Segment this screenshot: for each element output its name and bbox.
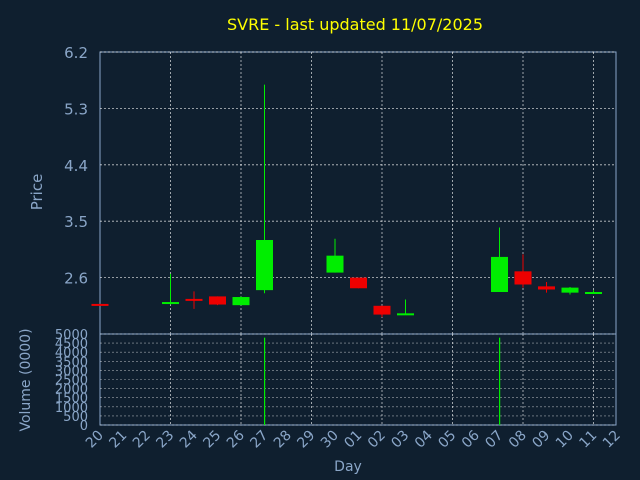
candle-body bbox=[373, 305, 391, 315]
candle bbox=[209, 296, 226, 306]
candle-body bbox=[561, 287, 579, 293]
price-tick-label: 6.2 bbox=[64, 44, 88, 62]
candle-body bbox=[326, 255, 344, 273]
volume-bar bbox=[499, 337, 501, 425]
candle-body bbox=[350, 277, 367, 289]
chart-background bbox=[0, 0, 640, 480]
volume-tick-label: 5000 bbox=[55, 328, 88, 343]
x-axis-label: Day bbox=[334, 459, 362, 475]
candle-body bbox=[491, 256, 508, 293]
candle-body bbox=[91, 303, 109, 306]
price-tick-label: 3.5 bbox=[64, 213, 88, 231]
chart-title: SVRE - last updated 11/07/2025 bbox=[227, 15, 483, 34]
candle bbox=[350, 277, 367, 289]
candle-body bbox=[232, 297, 250, 306]
candle-body bbox=[162, 302, 179, 305]
candle bbox=[91, 303, 109, 306]
candle bbox=[232, 296, 250, 306]
x-axis-ticks: 20 21 22 23 24 25 26 27 28 29 30 01 02 03 04 05 06 07 08 09… bbox=[83, 427, 624, 451]
candle-body bbox=[185, 298, 203, 301]
candle-body bbox=[585, 292, 602, 295]
price-tick-label: 2.6 bbox=[64, 270, 88, 288]
volume-bar bbox=[264, 337, 266, 425]
chart: SVRE - last updated 11/07/2025 2.6 3.5 4.4… bbox=[0, 0, 640, 480]
candle-body bbox=[256, 240, 273, 291]
candle-body bbox=[397, 313, 414, 316]
price-y-axis-label: Price bbox=[28, 174, 46, 211]
candle-body bbox=[209, 296, 226, 305]
candle-body bbox=[514, 271, 532, 285]
price-tick-label: 5.3 bbox=[64, 100, 88, 118]
price-tick-label: 4.4 bbox=[64, 157, 88, 175]
candle-body bbox=[538, 286, 555, 290]
volume-y-axis-label: Volume (0000) bbox=[18, 328, 34, 431]
